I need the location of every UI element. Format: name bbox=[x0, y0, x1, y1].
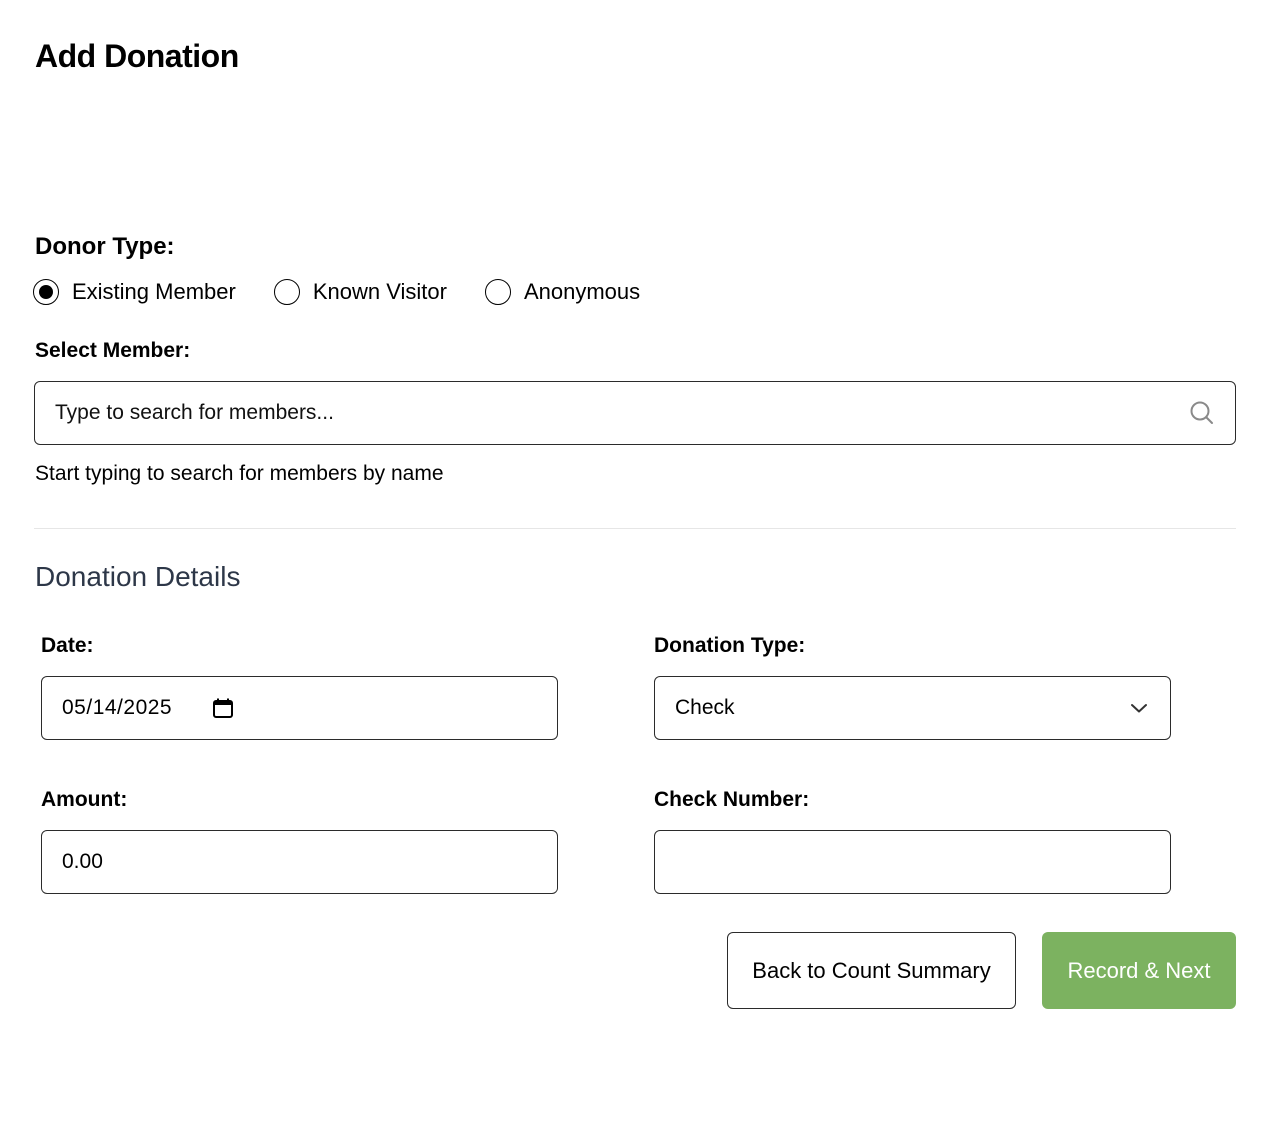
radio-button[interactable] bbox=[273, 279, 300, 305]
donation-type-label: Donation Type: bbox=[654, 634, 806, 657]
calendar-icon[interactable] bbox=[212, 697, 234, 719]
donation-type-select[interactable]: Check bbox=[654, 676, 1171, 740]
radio-button[interactable] bbox=[484, 279, 511, 305]
radio-known-visitor[interactable]: Known Visitor bbox=[273, 278, 447, 306]
page-title: Add Donation bbox=[35, 38, 239, 74]
amount-value[interactable]: 0.00 bbox=[42, 850, 557, 874]
member-search-helper-text: Start typing to search for members by na… bbox=[35, 462, 444, 485]
donor-type-radio-group: Existing Member Known Visitor Anonymous bbox=[33, 278, 678, 306]
radio-button-selected[interactable] bbox=[33, 279, 59, 305]
date-label: Date: bbox=[41, 634, 94, 657]
amount-field[interactable]: 0.00 bbox=[41, 830, 558, 894]
section-divider bbox=[34, 528, 1236, 529]
search-icon[interactable] bbox=[1189, 400, 1215, 426]
date-value[interactable]: 05/14/2025 bbox=[42, 696, 172, 720]
back-to-count-summary-button[interactable]: Back to Count Summary bbox=[727, 932, 1016, 1009]
donor-type-label: Donor Type: bbox=[35, 233, 175, 260]
radio-label: Anonymous bbox=[523, 279, 641, 304]
radio-anonymous[interactable]: Anonymous bbox=[484, 278, 641, 306]
chevron-down-icon[interactable] bbox=[1130, 702, 1148, 714]
amount-label: Amount: bbox=[41, 788, 128, 811]
donation-type-value[interactable]: Check bbox=[655, 696, 1130, 720]
member-search-input[interactable] bbox=[35, 400, 1189, 426]
radio-existing-member[interactable]: Existing Member bbox=[33, 278, 236, 306]
donation-details-heading: Donation Details bbox=[35, 561, 241, 592]
check-number-label: Check Number: bbox=[654, 788, 810, 811]
check-number-field[interactable] bbox=[654, 830, 1171, 894]
member-search-box[interactable] bbox=[34, 381, 1236, 445]
record-and-next-button[interactable]: Record & Next bbox=[1042, 932, 1236, 1009]
radio-label: Existing Member bbox=[72, 279, 236, 304]
select-member-label: Select Member: bbox=[35, 339, 191, 362]
radio-label: Known Visitor bbox=[312, 279, 447, 304]
date-field[interactable]: 05/14/2025 bbox=[41, 676, 558, 740]
